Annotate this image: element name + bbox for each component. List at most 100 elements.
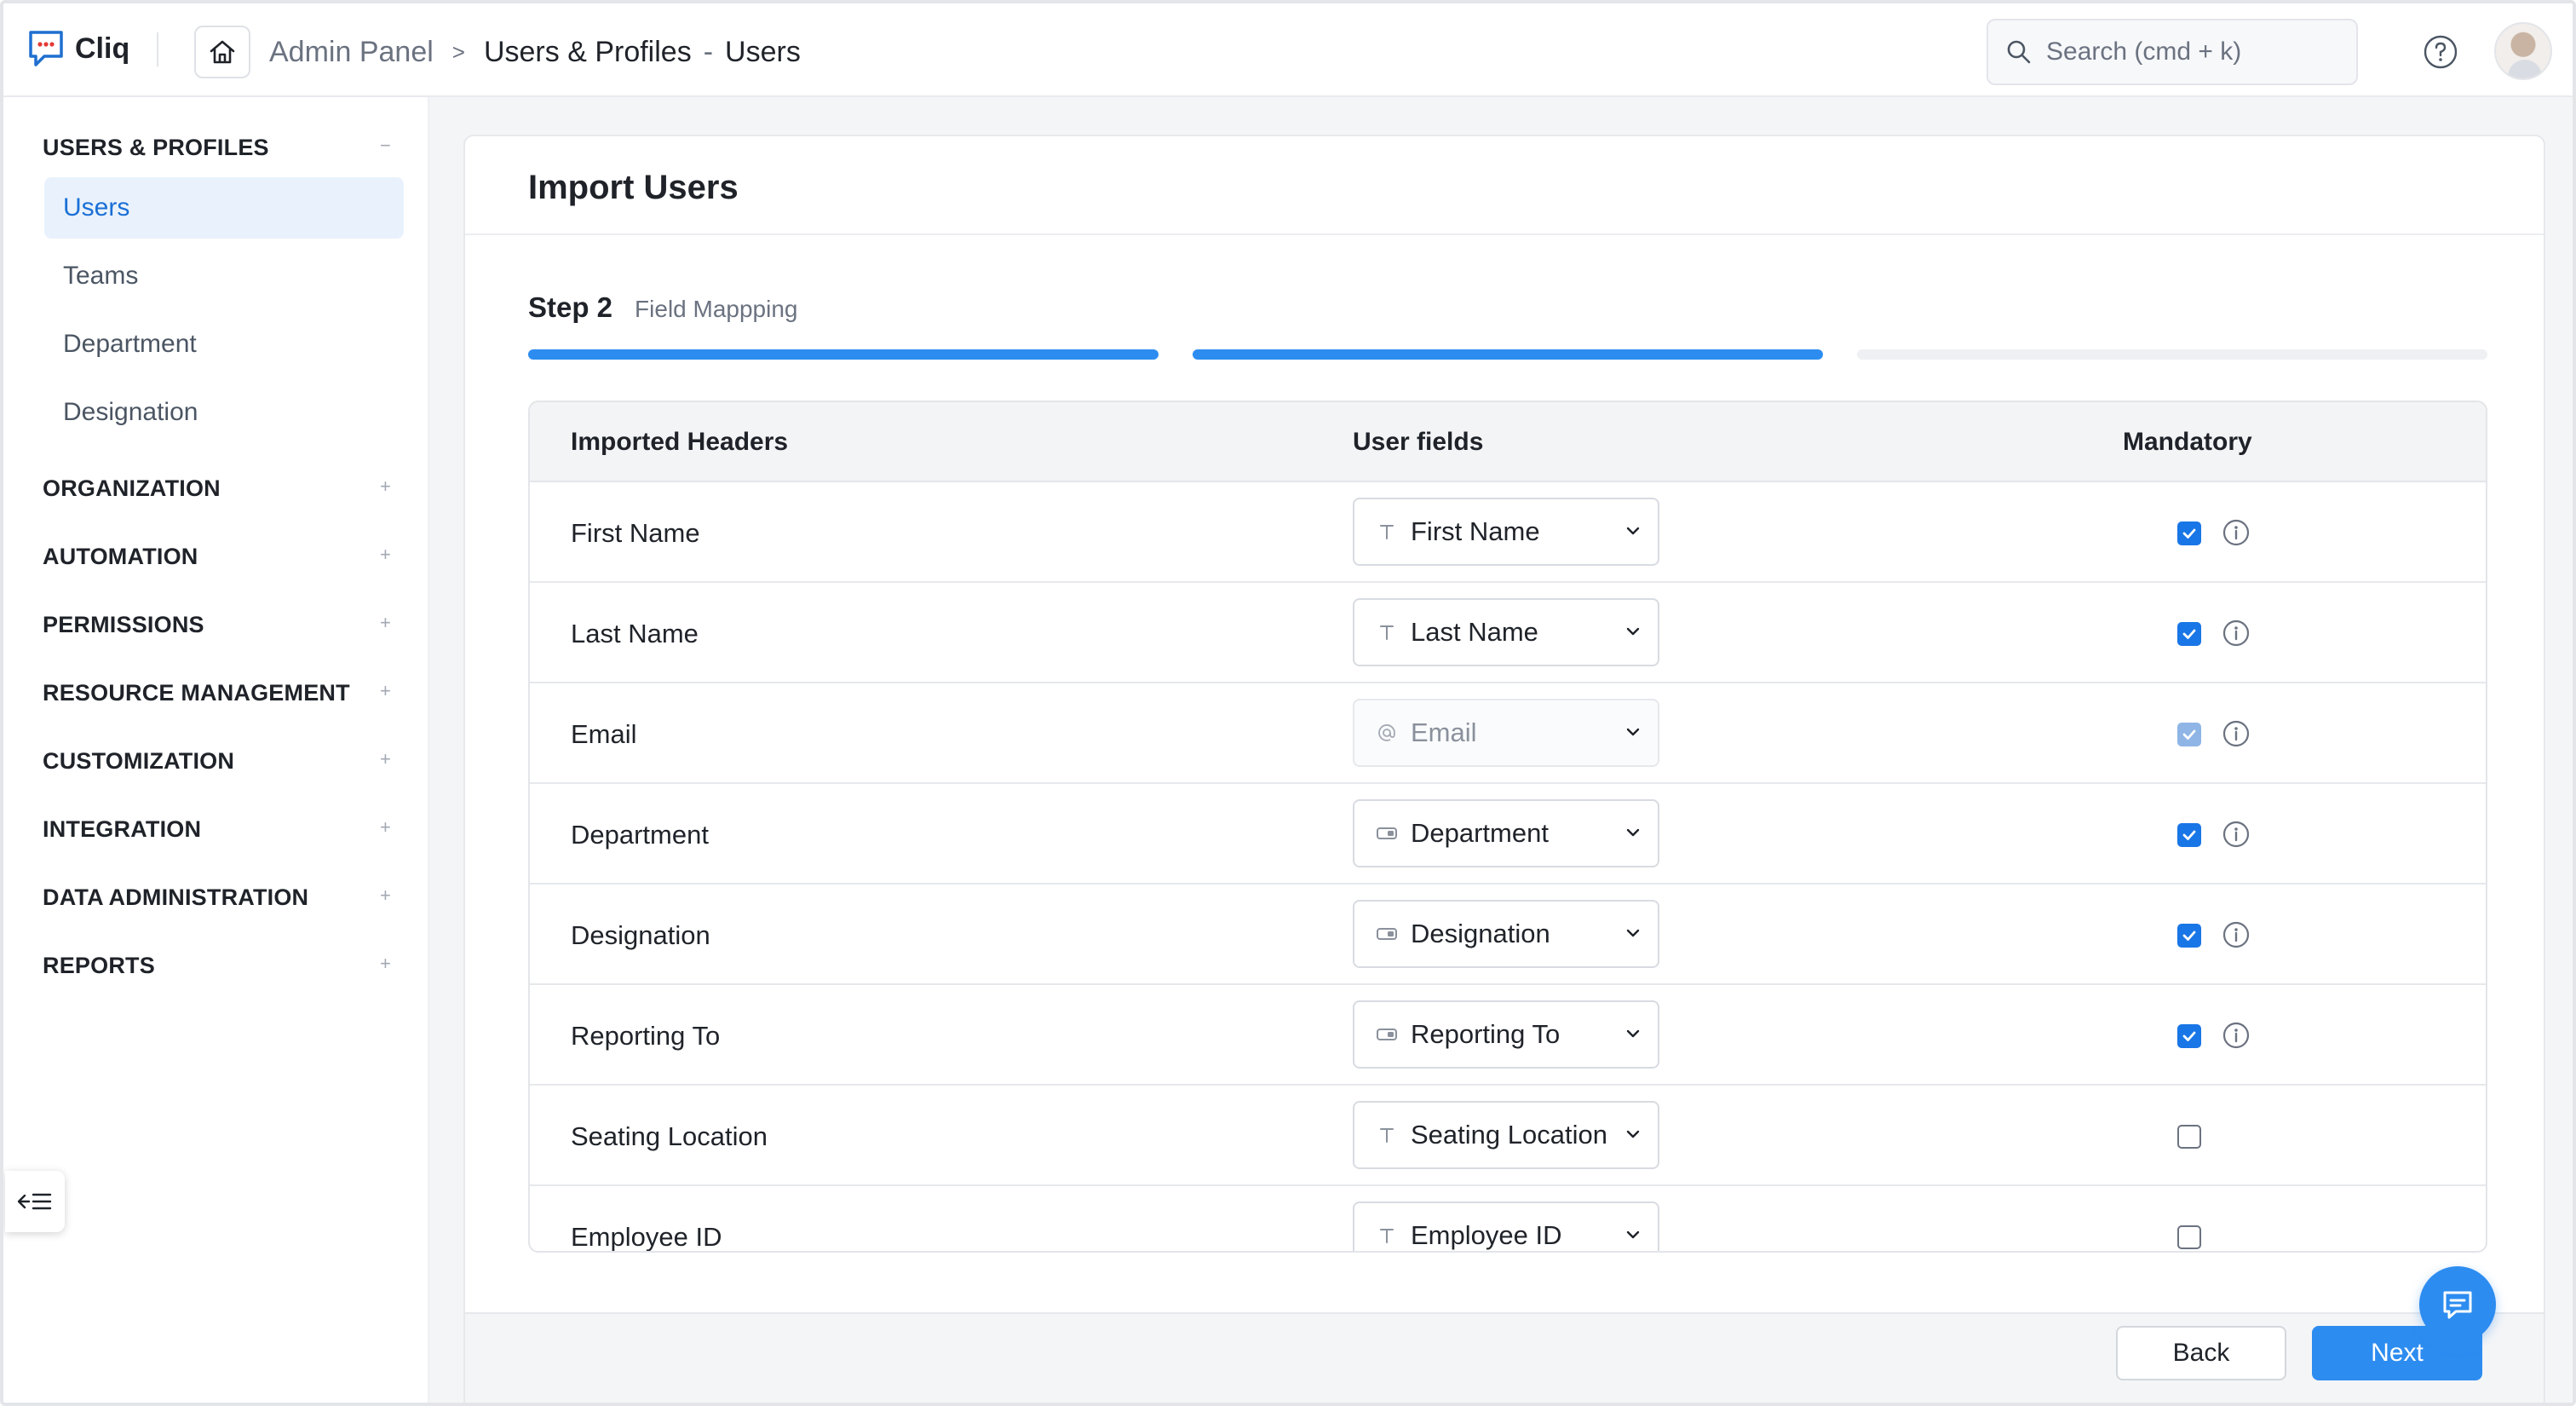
search-placeholder: Search (cmd + k) xyxy=(2046,37,2242,66)
mandatory-checkbox[interactable] xyxy=(2177,823,2201,847)
back-button[interactable]: Back xyxy=(2116,1326,2286,1380)
imported-header: Employee ID xyxy=(571,1222,722,1252)
table-row: Last Name Last Name xyxy=(530,583,2486,683)
expand-icon[interactable]: + xyxy=(380,953,391,975)
table-row: Department Department xyxy=(530,784,2486,885)
cliq-logo-icon xyxy=(29,31,63,66)
section-users-profiles[interactable]: USERS & PROFILES xyxy=(43,135,269,161)
section-integration[interactable]: INTEGRATION xyxy=(43,816,201,843)
section-reports[interactable]: REPORTS xyxy=(43,953,155,979)
mandatory-checkbox[interactable] xyxy=(2177,622,2201,646)
chevron-down-icon xyxy=(1624,1024,1642,1047)
info-icon[interactable] xyxy=(2222,1021,2251,1054)
chevron-down-icon xyxy=(1624,924,1642,947)
step-name: Field Mappping xyxy=(635,296,798,322)
collapse-icon[interactable]: − xyxy=(380,135,391,157)
table-header: Imported Headers User fields Mandatory xyxy=(530,402,2486,482)
progress-segment xyxy=(528,349,1159,360)
progress-segment xyxy=(1193,349,1823,360)
section-data-administration[interactable]: DATA ADMINISTRATION xyxy=(43,885,308,911)
text-icon xyxy=(1375,521,1399,542)
app-name: Cliq xyxy=(75,32,130,65)
info-icon[interactable] xyxy=(2222,518,2251,551)
mandatory-checkbox[interactable] xyxy=(2177,1125,2201,1149)
chevron-down-icon xyxy=(1624,521,1642,545)
expand-icon[interactable]: + xyxy=(380,748,391,770)
imported-header: Email xyxy=(571,719,637,749)
user-field-select[interactable]: Designation xyxy=(1353,900,1659,968)
breadcrumb-admin-panel[interactable]: Admin Panel xyxy=(269,36,434,69)
user-field-value: Designation xyxy=(1411,919,1550,948)
field-mapping-table: Imported Headers User fields Mandatory F… xyxy=(528,400,2487,1253)
collapse-sidebar-button[interactable] xyxy=(5,1171,65,1232)
mandatory-checkbox[interactable] xyxy=(2177,924,2201,948)
home-button[interactable] xyxy=(194,26,250,78)
text-icon xyxy=(1375,1125,1399,1145)
table-row: First Name First Name xyxy=(530,482,2486,583)
expand-icon[interactable]: + xyxy=(380,544,391,566)
mandatory-checkbox[interactable] xyxy=(2177,1225,2201,1249)
expand-icon[interactable]: + xyxy=(380,612,391,634)
user-avatar[interactable] xyxy=(2494,22,2552,80)
imported-header: Reporting To xyxy=(571,1021,721,1051)
sidebar-item-designation[interactable]: Designation xyxy=(44,382,404,443)
column-header-user-fields: User fields xyxy=(1353,428,1484,456)
sidebar-item-department[interactable]: Department xyxy=(44,314,404,375)
at-icon xyxy=(1375,723,1399,743)
user-field-value: Email xyxy=(1411,717,1477,747)
user-field-value: Employee ID xyxy=(1411,1220,1562,1250)
info-icon[interactable] xyxy=(2222,719,2251,752)
sidebar-item-users[interactable]: Users xyxy=(44,177,404,239)
chevron-down-icon xyxy=(1624,723,1642,746)
user-field-select[interactable]: Reporting To xyxy=(1353,1000,1659,1069)
sidebar-item-teams[interactable]: Teams xyxy=(44,245,404,307)
user-field-select[interactable]: Last Name xyxy=(1353,598,1659,666)
section-automation[interactable]: AUTOMATION xyxy=(43,544,198,570)
breadcrumb-dash: - xyxy=(703,36,714,68)
expand-icon[interactable]: + xyxy=(380,885,391,907)
help-icon[interactable] xyxy=(2423,34,2458,70)
expand-icon[interactable]: + xyxy=(380,475,391,498)
import-card: Import Users Step 2 Field Mappping Impor… xyxy=(463,135,2545,1403)
search-input[interactable]: Search (cmd + k) xyxy=(1987,19,2358,85)
chat-button[interactable] xyxy=(2419,1266,2496,1343)
expand-icon[interactable]: + xyxy=(380,680,391,702)
breadcrumb: Admin Panel > Users & Profiles - Users xyxy=(269,36,801,69)
step-indicator: Step 2 Field Mappping xyxy=(528,291,798,324)
imported-header: Last Name xyxy=(571,619,699,648)
mandatory-checkbox[interactable] xyxy=(2177,1024,2201,1048)
app-window: Cliq Admin Panel > Users & Profiles - Us… xyxy=(0,0,2576,1406)
breadcrumb-section[interactable]: Users & Profiles xyxy=(484,36,692,69)
info-icon[interactable] xyxy=(2222,619,2251,652)
sidebar: USERS & PROFILES − Users Teams Departmen… xyxy=(3,97,429,1403)
chevron-down-icon xyxy=(1624,1225,1642,1248)
section-permissions[interactable]: PERMISSIONS xyxy=(43,612,204,638)
mandatory-checkbox[interactable] xyxy=(2177,521,2201,545)
info-icon[interactable] xyxy=(2222,820,2251,853)
section-organization[interactable]: ORGANIZATION xyxy=(43,475,221,502)
progress-segment xyxy=(1857,349,2487,360)
user-field-select[interactable]: First Name xyxy=(1353,498,1659,566)
step-number: Step 2 xyxy=(528,291,613,323)
mandatory-checkbox xyxy=(2177,723,2201,746)
user-field-select[interactable]: Seating Location xyxy=(1353,1101,1659,1169)
column-header-mandatory: Mandatory xyxy=(2123,428,2252,456)
divider xyxy=(157,32,158,66)
user-field-select[interactable]: Employee ID xyxy=(1353,1201,1659,1251)
user-field-value: Last Name xyxy=(1411,617,1538,647)
top-bar: Cliq Admin Panel > Users & Profiles - Us… xyxy=(3,3,2573,97)
user-field-value: Reporting To xyxy=(1411,1019,1561,1049)
section-customization[interactable]: CUSTOMIZATION xyxy=(43,748,234,775)
info-icon[interactable] xyxy=(2222,920,2251,954)
expand-icon[interactable]: + xyxy=(380,816,391,838)
chevron-down-icon xyxy=(1624,823,1642,846)
user-field-select[interactable]: Department xyxy=(1353,799,1659,867)
table-row: Reporting To Reporting To xyxy=(530,985,2486,1086)
breadcrumb-page: Users xyxy=(725,36,801,68)
table-row: Seating Location Seating Location xyxy=(530,1086,2486,1186)
lookup-icon xyxy=(1375,1024,1399,1045)
app-logo[interactable]: Cliq xyxy=(26,27,129,70)
section-resource-management[interactable]: RESOURCE MANAGEMENT xyxy=(43,680,350,706)
search-icon xyxy=(2007,40,2031,64)
lookup-icon xyxy=(1375,823,1399,844)
